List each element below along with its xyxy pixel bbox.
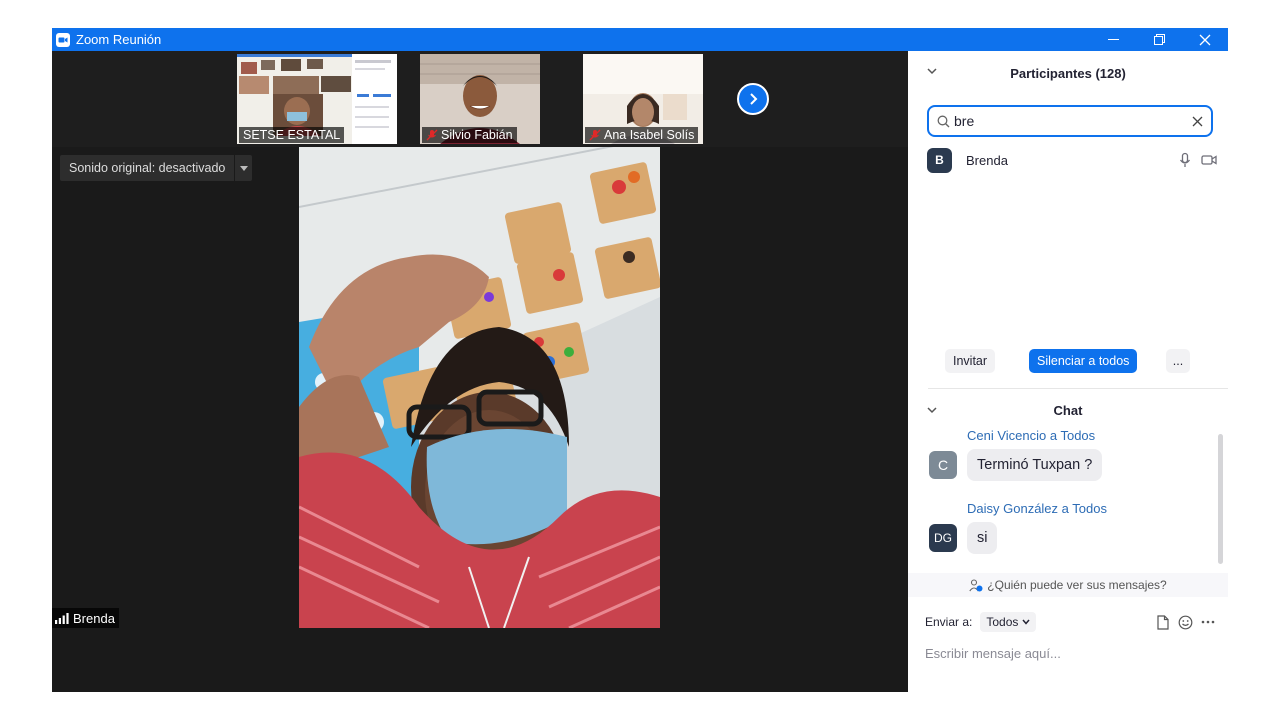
chevron-down-icon[interactable] [926, 65, 938, 77]
participants-header: Participantes (128) [908, 51, 1228, 95]
speaker-video-image [299, 147, 660, 628]
send-to-label: Enviar a: [925, 615, 973, 629]
thumbnail-video[interactable]: Ana Isabel Solís [583, 54, 703, 144]
original-sound-dropdown[interactable] [234, 155, 252, 181]
chat-sender: Ceni Vicencio a Todos [967, 429, 1096, 443]
participant-name: Brenda [966, 152, 1008, 168]
more-icon[interactable] [1201, 620, 1215, 624]
chat-message: si [967, 522, 998, 554]
chat-sender: Daisy González a Todos [967, 501, 1107, 516]
restore-button[interactable] [1136, 28, 1182, 51]
thumbnail-video[interactable]: Silvio Fabián [420, 54, 540, 144]
more-options-button[interactable]: ... [1166, 349, 1190, 373]
minimize-icon [1107, 39, 1119, 40]
speaker-name: Brenda [73, 610, 115, 626]
participant-search-input[interactable] [954, 113, 1192, 129]
window-title: Zoom Reunión [76, 32, 162, 47]
participant-avatar: B [927, 147, 952, 173]
muted-mic-icon [589, 129, 601, 141]
caret-down-icon [239, 165, 248, 171]
thumbnail-name: SETSE ESTATAL [243, 128, 341, 142]
chat-avatar: DG [929, 524, 957, 552]
thumbnail-name-label: Ana Isabel Solís [585, 127, 699, 143]
panel-divider [928, 388, 1228, 389]
chat-messages[interactable]: Ceni Vicencio a Todos C Terminó Tuxpan ?… [908, 429, 1228, 571]
thumbnail-name: Ana Isabel Solís [604, 128, 695, 142]
microphone-icon[interactable] [1177, 152, 1193, 168]
thumbnail-strip: SETSE ESTATAL Silvio Fabián Ana Isabel S… [52, 51, 908, 147]
participants-title: Participantes (128) [1010, 65, 1126, 81]
chat-title: Chat [1053, 402, 1083, 418]
chevron-right-icon [750, 93, 758, 105]
chevron-down-icon[interactable] [926, 404, 938, 416]
title-bar: Zoom Reunión [52, 28, 1228, 51]
next-page-button[interactable] [737, 83, 769, 115]
emoji-icon[interactable] [1178, 615, 1193, 630]
participant-row[interactable]: B Brenda [927, 146, 1217, 174]
thumbnail-name: Silvio Fabián [441, 128, 513, 142]
mute-all-button[interactable]: Silenciar a todos [1029, 349, 1138, 373]
who-can-see-messages[interactable]: ¿Quién puede ver sus mensajes? [908, 573, 1228, 597]
chat-message-input[interactable] [925, 641, 1215, 665]
send-to-dropdown[interactable]: Todos [980, 612, 1037, 632]
thumbnail-name-label: Silvio Fabián [422, 127, 517, 143]
chat-message: Terminó Tuxpan ? [967, 449, 1103, 481]
video-camera-icon[interactable] [1201, 152, 1217, 168]
search-icon [937, 115, 950, 127]
thumbnail-name-label: SETSE ESTATAL [239, 127, 345, 143]
minimize-button[interactable] [1090, 28, 1136, 51]
chat-header: Chat [908, 391, 1228, 429]
side-panel: Participantes (128) B Brenda Invitar Sil… [908, 51, 1228, 692]
send-to-value: Todos [986, 615, 1019, 629]
person-info-icon [969, 578, 983, 591]
chat-tools [1156, 614, 1215, 630]
video-area: SETSE ESTATAL Silvio Fabián Ana Isabel S… [52, 51, 908, 692]
who-can-see-label: ¿Quién puede ver sus mensajes? [987, 578, 1167, 592]
participant-search[interactable] [927, 105, 1213, 137]
close-window-button[interactable] [1182, 28, 1228, 51]
close-icon [1199, 34, 1211, 45]
zoom-window: Zoom Reunión SETSE ESTATAL Silvio Fabián… [52, 28, 1228, 692]
zoom-app-icon [56, 32, 70, 47]
active-speaker-video[interactable] [299, 147, 660, 628]
signal-strength-icon [55, 612, 69, 624]
thumbnail-video[interactable]: SETSE ESTATAL [237, 54, 397, 144]
participants-actions: Invitar Silenciar a todos ... [908, 349, 1228, 377]
original-sound-label: Sonido original: desactivado [69, 161, 226, 175]
send-to-row: Enviar a: Todos [925, 611, 1215, 633]
chevron-down-icon [1022, 619, 1030, 625]
speaker-name-tag: Brenda [52, 608, 119, 628]
chat-scrollbar[interactable] [1218, 434, 1223, 564]
file-icon[interactable] [1156, 614, 1170, 630]
chat-avatar: C [929, 451, 957, 479]
original-sound-toggle[interactable]: Sonido original: desactivado [60, 155, 253, 181]
muted-mic-icon [426, 129, 438, 141]
invite-button[interactable]: Invitar [945, 349, 996, 373]
restore-icon [1153, 34, 1165, 45]
clear-search-icon[interactable] [1192, 116, 1203, 127]
